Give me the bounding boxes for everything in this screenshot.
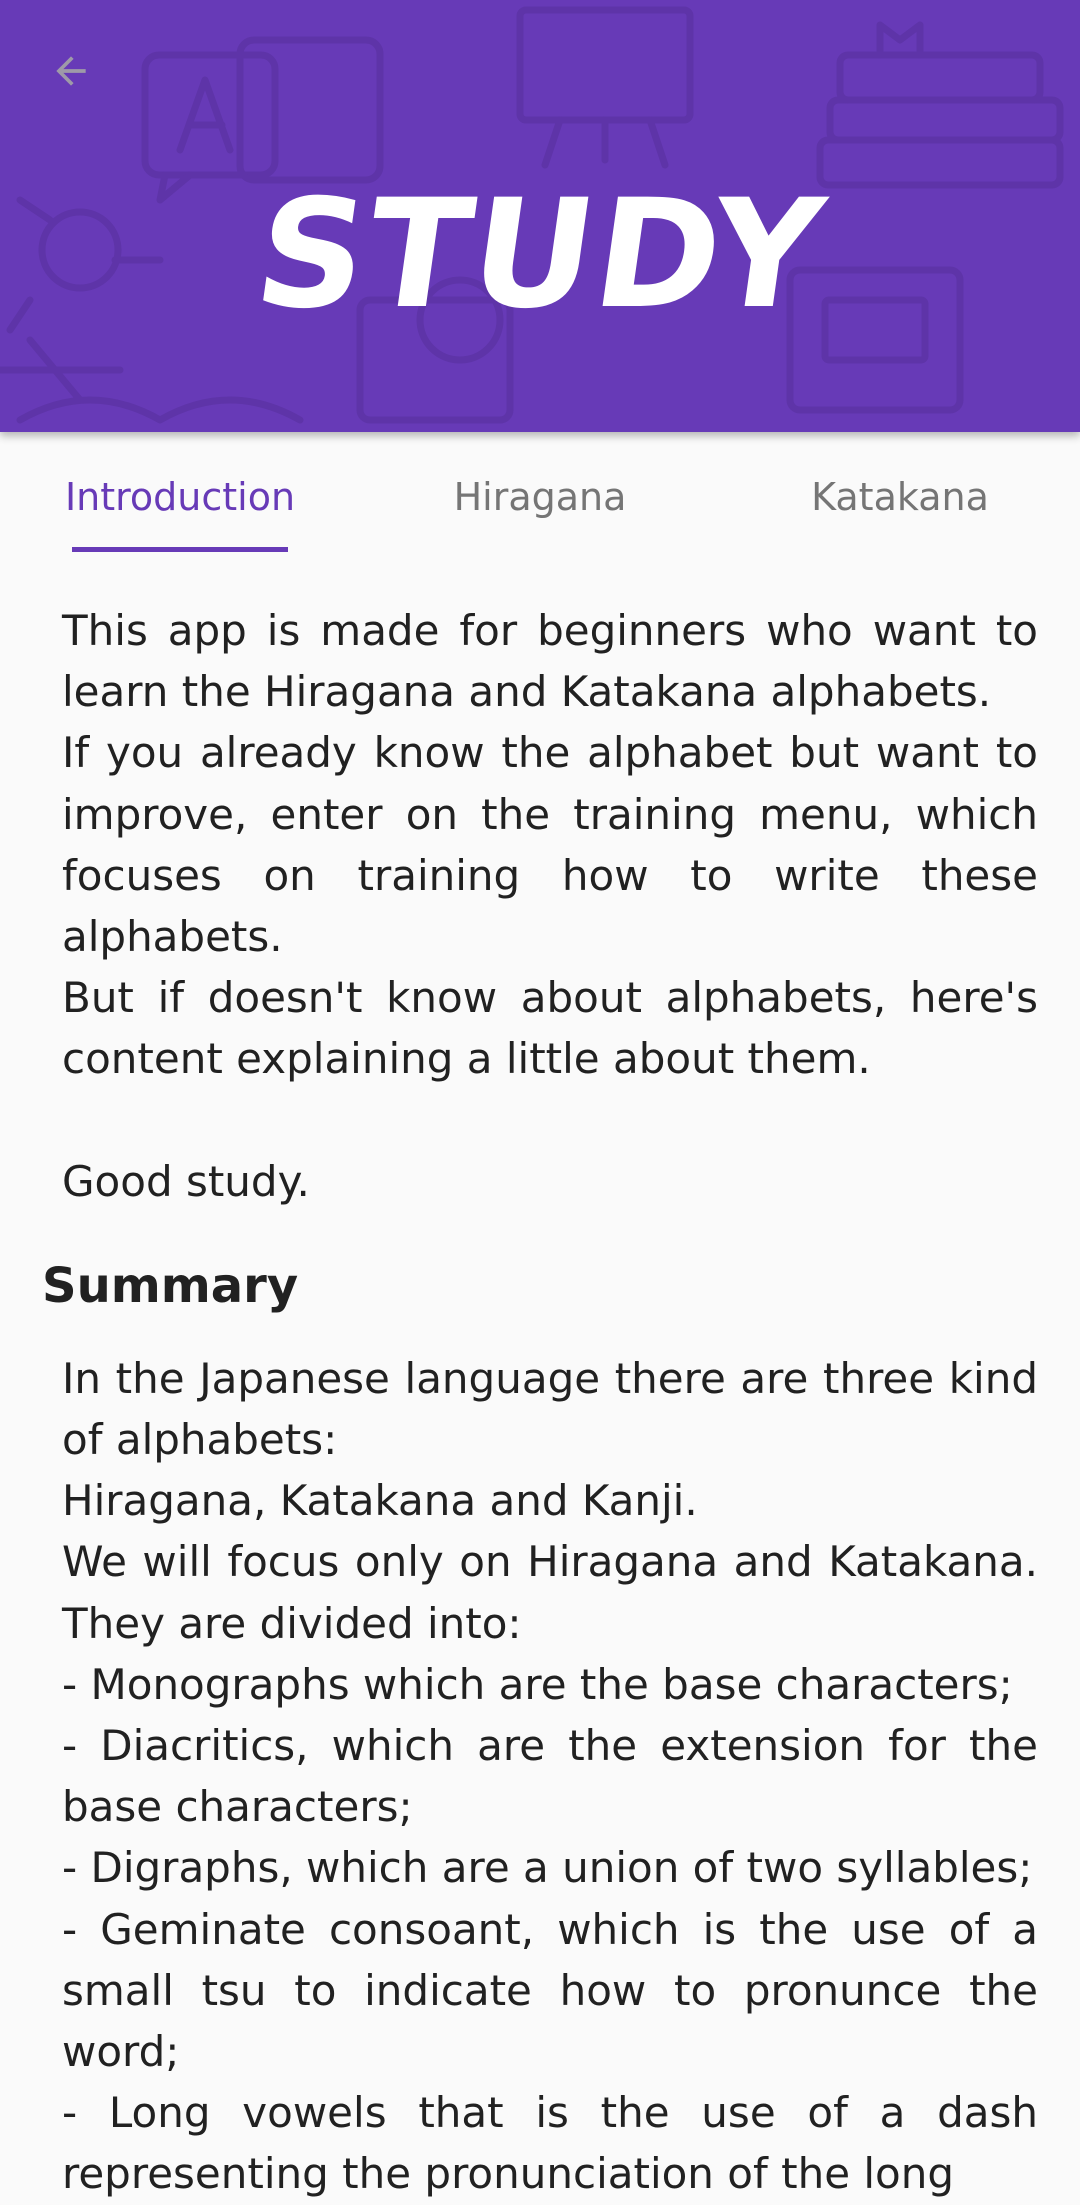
intro-paragraph: This app is made for beginners who want … — [62, 606, 1038, 717]
introduction-content[interactable]: This app is made for beginners who want … — [0, 600, 1080, 2205]
back-button[interactable] — [34, 34, 108, 108]
summary-line: We will focus only on Hiragana and Katak… — [62, 1537, 1038, 1648]
summary-line: - Monographs which are the base characte… — [62, 1659, 1013, 1709]
summary-line: Hiragana, Katakana and Kanji. — [62, 1476, 698, 1526]
summary-line: - Diacritics, which are the extension fo… — [62, 1721, 1038, 1832]
active-tab-indicator — [72, 547, 288, 552]
study-title: STUDY — [245, 168, 835, 342]
summary-line: - Digraphs, which are a union of two syl… — [62, 1843, 1033, 1893]
arrow-left-icon — [56, 56, 86, 86]
summary-line: - Long vowels that is the use of a dash … — [62, 2088, 1038, 2199]
intro-paragraph: If you already know the alphabet but wan… — [62, 728, 1038, 962]
summary-line: - Geminate consoant, which is the use of… — [62, 1904, 1038, 2077]
summary-line: In the Japanese language there are three… — [62, 1353, 1038, 1465]
tab-katakana[interactable]: Katakana — [720, 432, 1080, 562]
tab-bar: Introduction Hiragana Katakana — [0, 432, 1080, 562]
header: STUDY — [0, 0, 1080, 432]
tab-introduction[interactable]: Introduction — [0, 432, 360, 562]
intro-paragraph: But if doesn't know about alphabets, her… — [62, 973, 1038, 1084]
summary-heading: Summary — [42, 1257, 299, 1314]
closing-text: Good study. — [62, 1156, 310, 1206]
tab-hiragana[interactable]: Hiragana — [360, 432, 720, 562]
